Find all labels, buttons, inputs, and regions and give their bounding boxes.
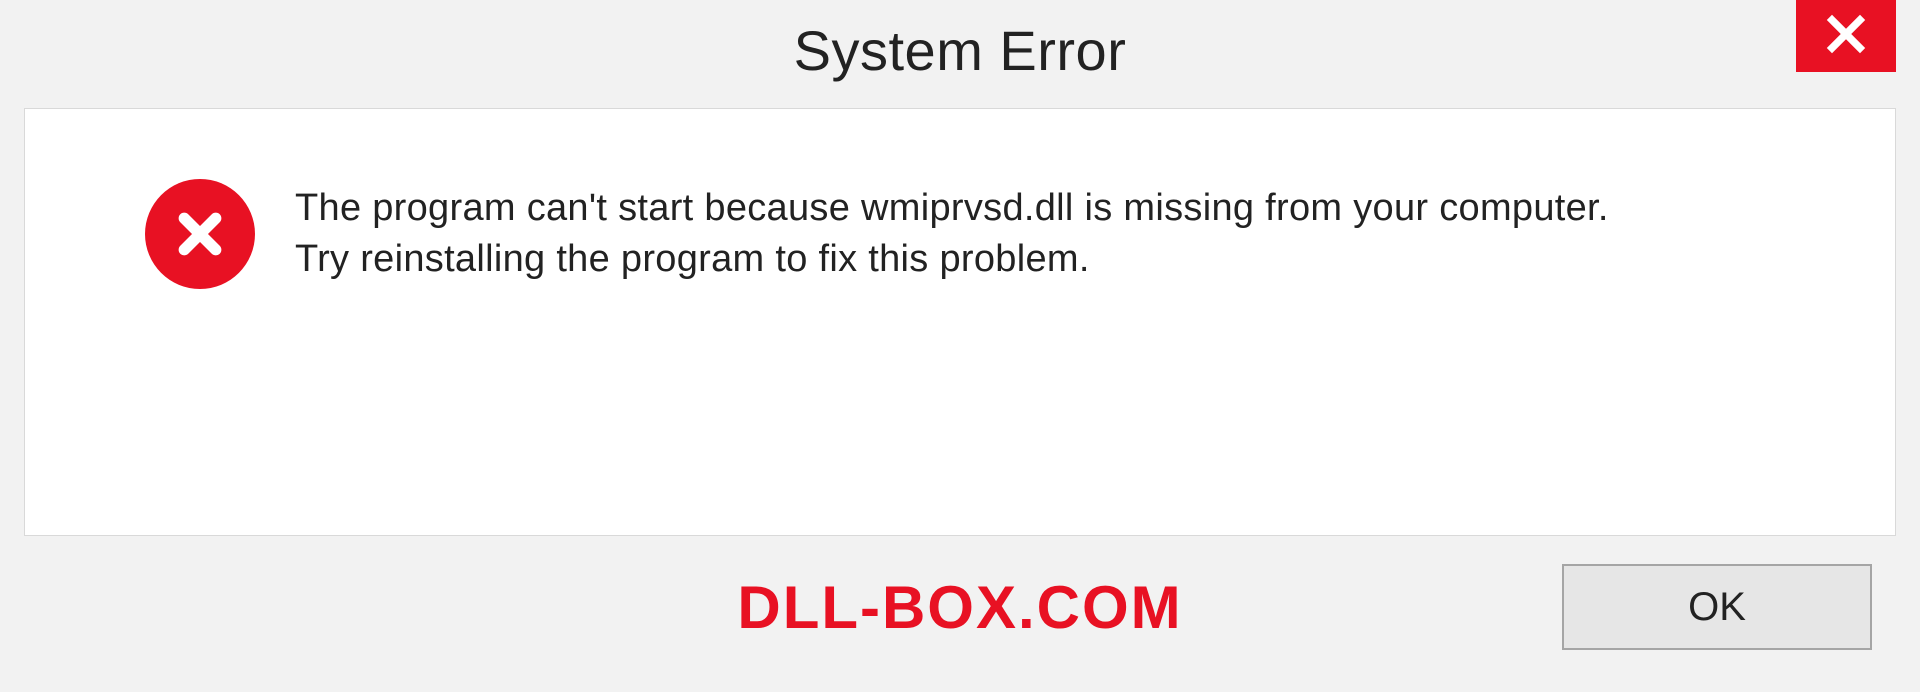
dialog-footer: DLL-BOX.COM OK xyxy=(24,542,1896,672)
ok-button[interactable]: OK xyxy=(1562,564,1872,650)
error-circle-x-icon xyxy=(145,179,255,289)
error-icon xyxy=(145,179,255,289)
dialog-message: The program can't start because wmiprvsd… xyxy=(295,179,1845,286)
message-line-1: The program can't start because wmiprvsd… xyxy=(295,183,1845,234)
message-line-2: Try reinstalling the program to fix this… xyxy=(295,234,1845,285)
close-button[interactable] xyxy=(1796,0,1896,72)
dialog-body: The program can't start because wmiprvsd… xyxy=(24,108,1896,536)
dialog-title: System Error xyxy=(794,18,1127,83)
close-icon xyxy=(1825,13,1867,60)
titlebar: System Error xyxy=(0,0,1920,100)
